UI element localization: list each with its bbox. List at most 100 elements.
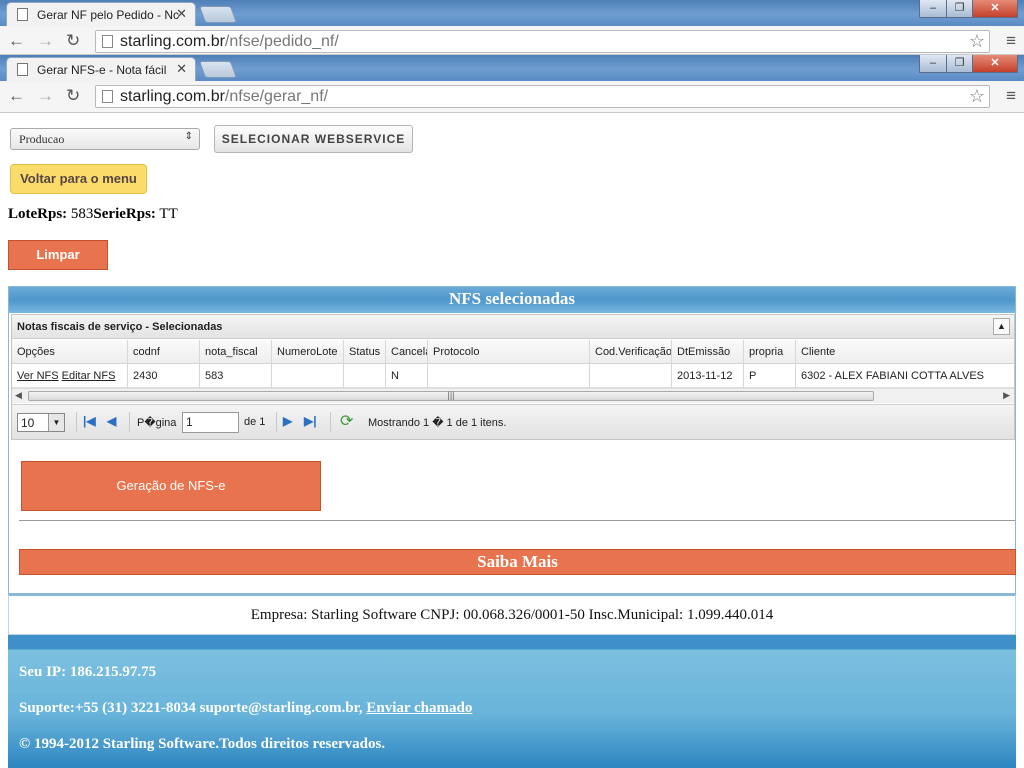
refresh-icon[interactable]: ⟳ bbox=[340, 411, 353, 431]
reload-icon[interactable]: ↻ bbox=[66, 31, 80, 51]
nfs-panel: NFS selecionadas Notas fiscais de serviç… bbox=[8, 286, 1016, 594]
forward-icon[interactable]: → bbox=[37, 86, 54, 106]
new-tab-button[interactable] bbox=[198, 61, 238, 78]
tab-strip: Gerar NFS-e - Nota fácil ✕ – ❐ ✕ bbox=[0, 55, 1024, 81]
page-number-input[interactable]: 1 bbox=[182, 412, 239, 433]
bookmark-star-icon[interactable]: ☆ bbox=[969, 31, 985, 52]
support-text: Suporte:+55 (31) 3221-8034 suporte@starl… bbox=[19, 700, 363, 716]
page-content: Producao ⇕ SELECIONAR WEBSERVICE Voltar … bbox=[0, 113, 1024, 768]
col-header-dt-emissao[interactable]: DtEmissão bbox=[672, 340, 744, 364]
minimize-button[interactable]: – bbox=[919, 0, 947, 18]
menu-icon[interactable]: ≡ bbox=[1006, 86, 1016, 106]
support-line: Suporte:+55 (31) 3221-8034 suporte@starl… bbox=[19, 700, 472, 717]
col-header-status[interactable]: Status bbox=[344, 340, 386, 364]
copyright: © 1994-2012 Starling Software.Todos dire… bbox=[19, 736, 386, 752]
tab-close-icon[interactable]: ✕ bbox=[176, 61, 187, 77]
page-icon bbox=[102, 90, 113, 103]
scrollbar-thumb[interactable]: ||| bbox=[28, 391, 874, 401]
browser-window-front: Gerar NFS-e - Nota fácil ✕ – ❐ ✕ ← → ↻ s… bbox=[0, 55, 1024, 113]
table-row: Ver NFS Editar NFS 2430 583 N 2013-11-12… bbox=[12, 364, 1014, 388]
back-to-menu-button[interactable]: Voltar para o menu bbox=[10, 164, 147, 194]
reload-icon[interactable]: ↻ bbox=[66, 86, 80, 106]
col-header-opcoes[interactable]: Opções bbox=[12, 340, 128, 364]
page-label: P�gina bbox=[137, 417, 177, 429]
url-text: starling.com.br/nfse/gerar_nf/ bbox=[120, 88, 329, 105]
ip-line: Seu IP: 186.215.97.75 bbox=[19, 664, 157, 680]
scroll-right-icon[interactable]: ▶ bbox=[1003, 390, 1010, 401]
maximize-button[interactable]: ❐ bbox=[946, 0, 973, 18]
pager-divider bbox=[76, 412, 77, 432]
tab-title: Gerar NF pelo Pedido - Nc bbox=[37, 8, 180, 22]
codnf-cell: 2430 bbox=[128, 364, 200, 388]
nav-bar: ← → ↻ starling.com.br/nfse/gerar_nf/ ☆ ≡ bbox=[0, 82, 1024, 113]
col-header-codnf[interactable]: codnf bbox=[128, 340, 200, 364]
pager-divider bbox=[129, 412, 130, 432]
previous-page-icon[interactable]: ◀ bbox=[107, 414, 116, 428]
cod-verificacao-cell bbox=[590, 364, 672, 388]
generate-nfse-button[interactable]: Geração de NFS-e bbox=[21, 461, 321, 511]
next-page-icon[interactable]: ▶ bbox=[283, 414, 292, 428]
nfs-grid: Notas fiscais de serviço - Selecionadas … bbox=[11, 314, 1015, 440]
tab-close-icon[interactable]: ✕ bbox=[176, 6, 187, 22]
col-header-cliente[interactable]: Cliente bbox=[796, 340, 1014, 364]
page-total-label: de 1 bbox=[244, 416, 266, 428]
tab-title: Gerar NFS-e - Nota fácil bbox=[37, 63, 167, 77]
view-nfs-link[interactable]: Ver NFS bbox=[17, 370, 59, 382]
page-size-select[interactable]: 10 ▼ bbox=[17, 413, 65, 432]
page-icon bbox=[102, 35, 113, 48]
saiba-mais-button[interactable]: Saiba Mais bbox=[19, 549, 1016, 575]
col-header-protocolo[interactable]: Protocolo bbox=[428, 340, 590, 364]
numero-lote-cell bbox=[272, 364, 344, 388]
last-page-icon[interactable]: ▶| bbox=[304, 414, 317, 428]
horizontal-scrollbar[interactable]: ◀ ||| ▶ bbox=[12, 388, 1014, 403]
pager-divider bbox=[330, 412, 331, 432]
nota-fiscal-cell: 583 bbox=[200, 364, 272, 388]
close-window-button[interactable]: ✕ bbox=[972, 55, 1018, 73]
serie-value: TT bbox=[159, 206, 178, 222]
col-header-numero-lote[interactable]: NumeroLote bbox=[272, 340, 344, 364]
lote-label: LoteRps: bbox=[8, 206, 68, 222]
page-icon bbox=[17, 8, 28, 21]
scroll-left-icon[interactable]: ◀ bbox=[15, 390, 22, 401]
chevron-down-icon: ▼ bbox=[48, 414, 64, 431]
col-header-cod-verificacao[interactable]: Cod.Verificação bbox=[590, 340, 672, 364]
back-icon[interactable]: ← bbox=[8, 31, 25, 51]
edit-nfs-link[interactable]: Editar NFS bbox=[62, 370, 116, 382]
menu-icon[interactable]: ≡ bbox=[1006, 31, 1016, 51]
col-header-nota-fiscal[interactable]: nota_fiscal bbox=[200, 340, 272, 364]
col-header-propria[interactable]: propria bbox=[744, 340, 796, 364]
protocolo-cell bbox=[428, 364, 590, 388]
address-bar[interactable]: starling.com.br/nfse/pedido_nf/ ☆ bbox=[95, 30, 990, 53]
cancelada-cell: N bbox=[386, 364, 428, 388]
maximize-button[interactable]: ❐ bbox=[946, 55, 973, 73]
propria-cell: P bbox=[744, 364, 796, 388]
status-cell bbox=[344, 364, 386, 388]
company-info: Empresa: Starling Software CNPJ: 00.068.… bbox=[8, 594, 1016, 635]
new-tab-button[interactable] bbox=[198, 6, 238, 23]
url-text: starling.com.br/nfse/pedido_nf/ bbox=[120, 33, 339, 50]
select-arrows-icon: ⇕ bbox=[184, 131, 193, 142]
clear-button[interactable]: Limpar bbox=[8, 240, 108, 270]
lote-value: 583 bbox=[70, 206, 94, 222]
cliente-cell: 6302 - ALEX FABIANI COTTA ALVES bbox=[801, 370, 985, 382]
nav-bar: ← → ↻ starling.com.br/nfse/pedido_nf/ ☆ … bbox=[0, 27, 1024, 55]
collapse-icon[interactable]: ▲ bbox=[993, 318, 1010, 335]
back-icon[interactable]: ← bbox=[8, 86, 25, 106]
tab-gerar-nf-pedido[interactable]: Gerar NF pelo Pedido - Nc ✕ bbox=[6, 2, 196, 26]
browser-window-back: Gerar NF pelo Pedido - Nc ✕ – ❐ ✕ ← → ↻ … bbox=[0, 0, 1024, 55]
page-icon bbox=[17, 63, 28, 76]
environment-select[interactable]: Producao ⇕ bbox=[10, 128, 200, 150]
options-cell: Ver NFS Editar NFS bbox=[12, 364, 128, 388]
divider bbox=[19, 520, 1015, 521]
tab-gerar-nfse[interactable]: Gerar NFS-e - Nota fácil ✕ bbox=[6, 57, 196, 81]
select-webservice-button[interactable]: SELECIONAR WEBSERVICE bbox=[214, 125, 413, 153]
first-page-icon[interactable]: |◀ bbox=[83, 414, 96, 428]
lote-info: LoteRps: 583SerieRps: TT bbox=[8, 206, 178, 223]
close-window-button[interactable]: ✕ bbox=[972, 0, 1018, 18]
bookmark-star-icon[interactable]: ☆ bbox=[969, 86, 985, 107]
minimize-button[interactable]: – bbox=[919, 55, 947, 73]
address-bar[interactable]: starling.com.br/nfse/gerar_nf/ ☆ bbox=[95, 85, 990, 108]
forward-icon[interactable]: → bbox=[37, 31, 54, 51]
open-ticket-link[interactable]: Enviar chamado bbox=[366, 700, 472, 716]
col-header-cancelada[interactable]: Cancela bbox=[386, 340, 428, 364]
